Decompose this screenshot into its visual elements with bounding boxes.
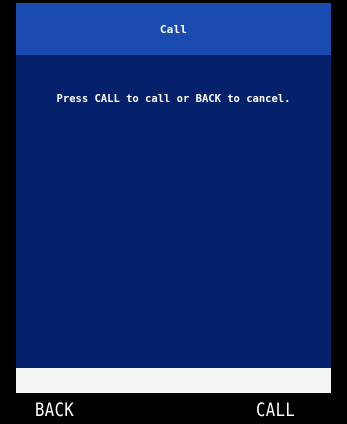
instruction-message: Press CALL to call or BACK to cancel. xyxy=(56,93,291,105)
softkey-bar: BACK CALL xyxy=(16,393,331,424)
input-strip xyxy=(16,368,331,393)
phone-screen: Call Press CALL to call or BACK to cance… xyxy=(0,0,347,424)
title-bar: Call xyxy=(16,3,331,55)
screen-title: Call xyxy=(159,22,188,36)
back-softkey[interactable]: BACK xyxy=(35,398,74,422)
call-softkey[interactable]: CALL xyxy=(256,398,295,422)
content-area: Press CALL to call or BACK to cancel. xyxy=(16,55,331,368)
